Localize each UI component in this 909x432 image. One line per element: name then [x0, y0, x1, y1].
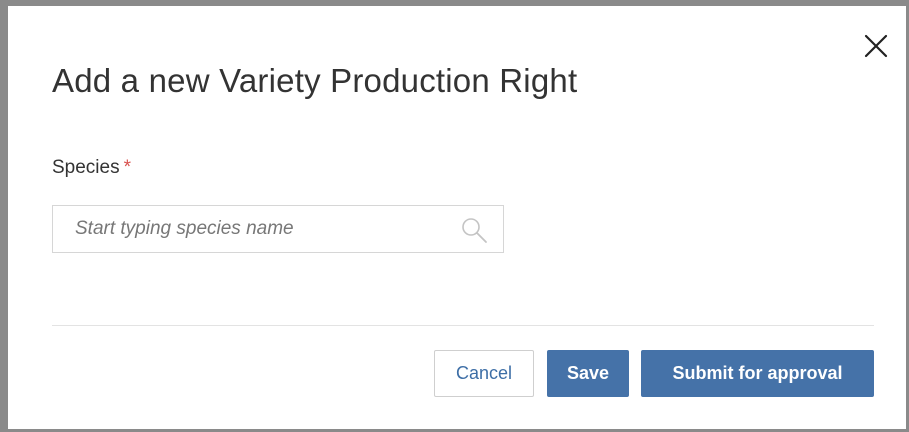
submit-for-approval-button[interactable]: Submit for approval	[641, 350, 874, 397]
species-label-text: Species	[52, 157, 120, 178]
close-button[interactable]	[862, 32, 890, 60]
footer-divider	[52, 325, 874, 326]
species-search-input[interactable]	[53, 206, 503, 252]
species-search-box	[52, 205, 504, 253]
search-icon[interactable]	[459, 216, 489, 244]
species-label: Species *	[52, 156, 131, 180]
dialog-title: Add a new Variety Production Right	[52, 62, 578, 99]
required-marker: *	[123, 157, 132, 178]
add-variety-production-right-dialog: Add a new Variety Production Right Speci…	[8, 6, 906, 429]
close-icon	[864, 34, 888, 58]
save-button[interactable]: Save	[547, 350, 629, 397]
cancel-button[interactable]: Cancel	[434, 350, 534, 397]
